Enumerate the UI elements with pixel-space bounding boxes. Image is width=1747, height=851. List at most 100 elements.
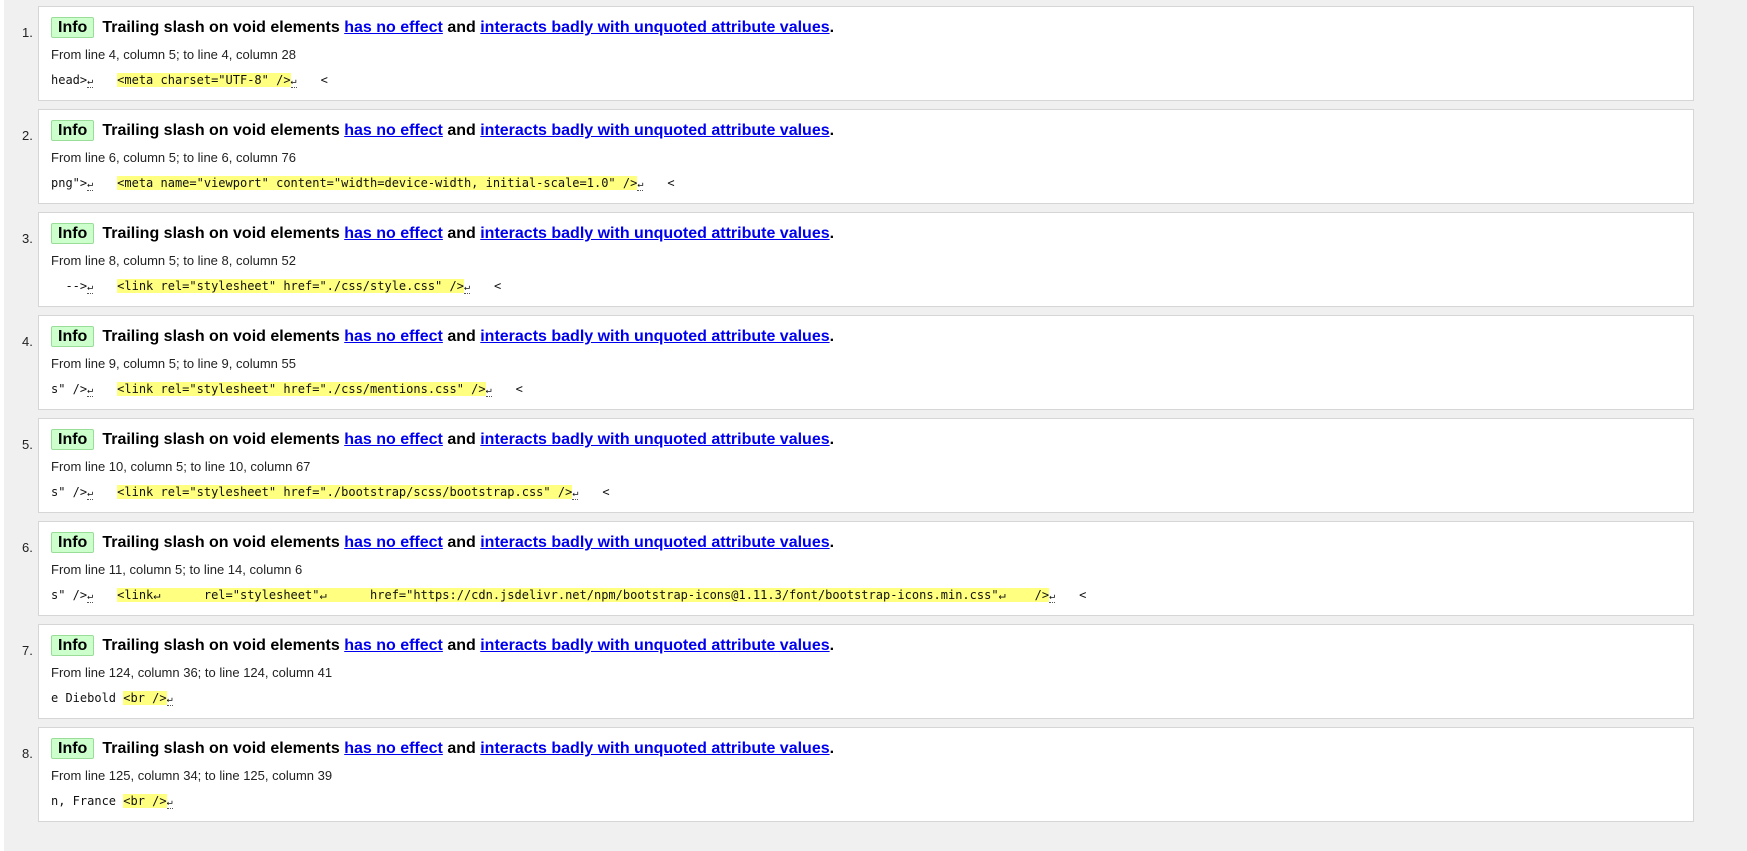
message-location: From line 125, column 34; to line 125, c… bbox=[51, 768, 333, 783]
message-location: From line 8, column 5; to line 8, column… bbox=[51, 253, 296, 268]
message-card: Info Trailing slash on void elements has … bbox=[38, 315, 1694, 410]
linefeed-icon: ↵ bbox=[485, 385, 492, 397]
message-period: . bbox=[829, 637, 835, 654]
message-number: 8. bbox=[22, 746, 33, 761]
extract-after: < bbox=[493, 279, 502, 293]
message-title: Info Trailing slash on void elements has … bbox=[51, 223, 834, 244]
message-number: 1. bbox=[22, 25, 33, 40]
info-badge: Info bbox=[51, 326, 95, 347]
linefeed-icon: ↵ bbox=[166, 694, 173, 706]
unquoted-attribute-values-link[interactable]: interacts badly with unquoted attribute … bbox=[480, 328, 829, 345]
message-conjunction: and bbox=[447, 328, 476, 345]
unquoted-attribute-values-link[interactable]: interacts badly with unquoted attribute … bbox=[480, 225, 829, 242]
message-period: . bbox=[829, 19, 835, 36]
message-title: Info Trailing slash on void elements has … bbox=[51, 532, 834, 553]
info-badge: Info bbox=[51, 17, 95, 38]
message-item: 6. Info Trailing slash on void elements h… bbox=[4, 521, 1747, 618]
message-number: 4. bbox=[22, 334, 33, 349]
message-conjunction: and bbox=[447, 637, 476, 654]
linefeed-icon: ↵ bbox=[463, 282, 470, 294]
message-text: Trailing slash on void elements bbox=[102, 328, 340, 345]
has-no-effect-link[interactable]: has no effect bbox=[344, 534, 443, 551]
message-number: 3. bbox=[22, 231, 33, 246]
extract-highlight: <link rel="stylesheet" href="./css/style… bbox=[117, 279, 464, 293]
extract-before: s" /> bbox=[51, 485, 88, 499]
extract-after: < bbox=[602, 485, 610, 499]
extract-highlight: <meta charset="UTF-8" /> bbox=[117, 73, 291, 87]
results-panel: 1. Info Trailing slash on void elements h… bbox=[4, 0, 1747, 851]
linefeed-icon: ↵ bbox=[87, 282, 94, 294]
message-card: Info Trailing slash on void elements has … bbox=[38, 212, 1694, 307]
message-text: Trailing slash on void elements bbox=[102, 534, 340, 551]
info-badge: Info bbox=[51, 738, 95, 759]
message-title: Info Trailing slash on void elements has … bbox=[51, 326, 834, 347]
message-list: 1. Info Trailing slash on void elements h… bbox=[4, 6, 1747, 830]
message-card: Info Trailing slash on void elements has … bbox=[38, 521, 1694, 616]
message-conjunction: and bbox=[447, 19, 476, 36]
message-item: 3. Info Trailing slash on void elements h… bbox=[4, 212, 1747, 309]
message-title: Info Trailing slash on void elements has … bbox=[51, 738, 834, 759]
message-text: Trailing slash on void elements bbox=[102, 740, 340, 757]
linefeed-icon: ↵ bbox=[637, 179, 644, 191]
message-text: Trailing slash on void elements bbox=[102, 225, 340, 242]
message-conjunction: and bbox=[447, 534, 476, 551]
linefeed-icon: ↵ bbox=[87, 385, 94, 397]
extract-before: n, France bbox=[51, 794, 124, 808]
linefeed-icon: ↵ bbox=[87, 591, 94, 603]
unquoted-attribute-values-link[interactable]: interacts badly with unquoted attribute … bbox=[480, 19, 829, 36]
info-badge: Info bbox=[51, 635, 95, 656]
message-number: 2. bbox=[22, 128, 33, 143]
info-badge: Info bbox=[51, 223, 95, 244]
has-no-effect-link[interactable]: has no effect bbox=[344, 19, 443, 36]
unquoted-attribute-values-link[interactable]: interacts badly with unquoted attribute … bbox=[480, 740, 829, 757]
code-extract: s" />↵ <link rel="stylesheet" href="./css… bbox=[51, 382, 523, 397]
has-no-effect-link[interactable]: has no effect bbox=[344, 225, 443, 242]
code-extract: e Diebold <br />↵ bbox=[51, 691, 173, 706]
message-title: Info Trailing slash on void elements has … bbox=[51, 635, 834, 656]
has-no-effect-link[interactable]: has no effect bbox=[344, 328, 443, 345]
linefeed-icon: ↵ bbox=[87, 488, 94, 500]
extract-highlight: <link↵ rel="stylesheet"↵ href="https://c… bbox=[117, 588, 1050, 602]
extract-after: < bbox=[1079, 588, 1087, 602]
message-location: From line 124, column 36; to line 124, c… bbox=[51, 665, 333, 680]
unquoted-attribute-values-link[interactable]: interacts badly with unquoted attribute … bbox=[480, 534, 829, 551]
message-title: Info Trailing slash on void elements has … bbox=[51, 120, 834, 141]
message-period: . bbox=[829, 534, 835, 551]
extract-highlight: <link rel="stylesheet" href="./bootstrap… bbox=[117, 485, 573, 499]
has-no-effect-link[interactable]: has no effect bbox=[344, 431, 443, 448]
code-extract: s" />↵ <link rel="stylesheet" href="./boo… bbox=[51, 485, 610, 500]
message-conjunction: and bbox=[447, 431, 476, 448]
unquoted-attribute-values-link[interactable]: interacts badly with unquoted attribute … bbox=[480, 637, 829, 654]
message-title: Info Trailing slash on void elements has … bbox=[51, 429, 834, 450]
has-no-effect-link[interactable]: has no effect bbox=[344, 122, 443, 139]
message-conjunction: and bbox=[447, 740, 476, 757]
has-no-effect-link[interactable]: has no effect bbox=[344, 740, 443, 757]
message-card: Info Trailing slash on void elements has … bbox=[38, 6, 1694, 101]
extract-highlight: <meta name="viewport" content="width=dev… bbox=[117, 176, 638, 190]
message-period: . bbox=[829, 740, 835, 757]
info-badge: Info bbox=[51, 120, 95, 141]
message-text: Trailing slash on void elements bbox=[102, 637, 340, 654]
message-period: . bbox=[829, 122, 835, 139]
message-card: Info Trailing slash on void elements has … bbox=[38, 624, 1694, 719]
extract-before: s" /> bbox=[51, 588, 88, 602]
unquoted-attribute-values-link[interactable]: interacts badly with unquoted attribute … bbox=[480, 431, 829, 448]
code-extract: -->↵ <link rel="stylesheet" href="./css/s… bbox=[51, 279, 502, 294]
unquoted-attribute-values-link[interactable]: interacts badly with unquoted attribute … bbox=[480, 122, 829, 139]
extract-before: head> bbox=[51, 73, 88, 87]
extract-highlight: <br /> bbox=[123, 794, 167, 808]
message-location: From line 11, column 5; to line 14, colu… bbox=[51, 562, 303, 577]
message-period: . bbox=[829, 225, 835, 242]
linefeed-icon: ↵ bbox=[1049, 591, 1056, 603]
has-no-effect-link[interactable]: has no effect bbox=[344, 637, 443, 654]
message-number: 7. bbox=[22, 643, 33, 658]
message-item: 1. Info Trailing slash on void elements h… bbox=[4, 6, 1747, 103]
message-text: Trailing slash on void elements bbox=[102, 19, 340, 36]
message-item: 5. Info Trailing slash on void elements h… bbox=[4, 418, 1747, 515]
linefeed-icon: ↵ bbox=[166, 797, 173, 809]
message-conjunction: and bbox=[447, 122, 476, 139]
extract-before: --> bbox=[51, 279, 88, 293]
extract-before: s" /> bbox=[51, 382, 88, 396]
message-item: 7. Info Trailing slash on void elements h… bbox=[4, 624, 1747, 721]
code-extract: s" />↵ <link↵ rel="stylesheet"↵ href="htt… bbox=[51, 588, 1087, 603]
